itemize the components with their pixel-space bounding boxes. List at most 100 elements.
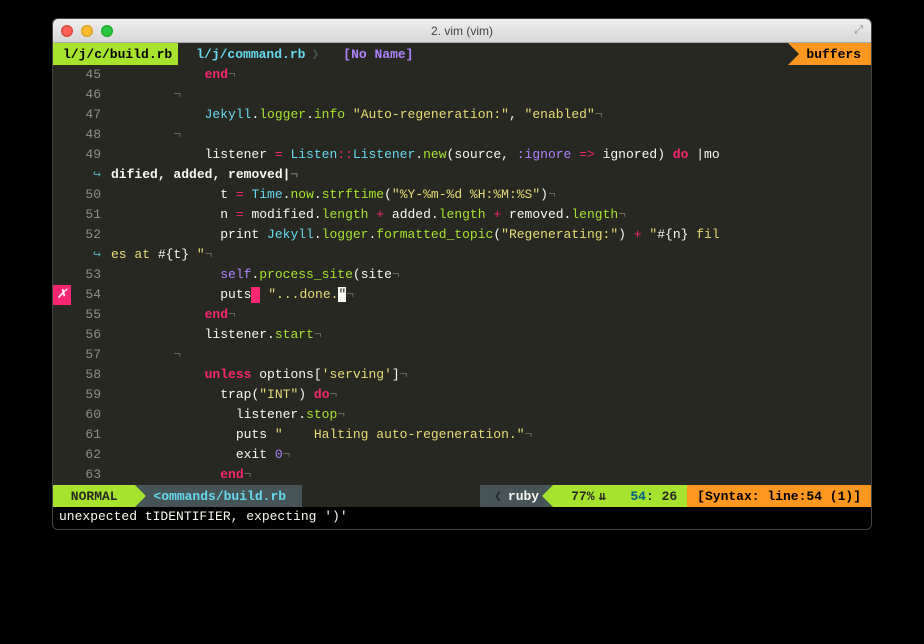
code-content[interactable]: trap("INT") do¬ xyxy=(111,385,871,405)
code-row[interactable]: 46 ¬ xyxy=(53,85,871,105)
command-line[interactable]: unexpected tIDENTIFIER, expecting ')' xyxy=(53,507,871,529)
code-content[interactable]: n = modified.length + added.length + rem… xyxy=(111,205,871,225)
code-row[interactable]: 49 listener = Listen::Listener.new(sourc… xyxy=(53,145,871,165)
gutter-sign xyxy=(53,225,71,245)
code-row[interactable]: 63 end¬ xyxy=(53,465,871,485)
line-number: 45 xyxy=(71,65,111,85)
code-row[interactable]: 59 trap("INT") do¬ xyxy=(53,385,871,405)
terminal-window: 2. vim (vim) ⤢ l/j/c/build.rb l/j/comman… xyxy=(52,18,872,530)
position-segment: 54: 26 xyxy=(620,485,687,507)
code-content[interactable]: end¬ xyxy=(111,465,871,485)
code-content[interactable]: listener.start¬ xyxy=(111,325,871,345)
code-row[interactable]: ✗54 puts "...done."¬ xyxy=(53,285,871,305)
editor-pane[interactable]: 45 end¬46 ¬47 Jekyll.logger.info "Auto-r… xyxy=(53,65,871,485)
filetype-label: ruby xyxy=(508,489,539,504)
code-row[interactable]: 60 listener.stop¬ xyxy=(53,405,871,425)
gutter-sign xyxy=(53,465,71,485)
code-content[interactable]: ¬ xyxy=(111,85,871,105)
code-content[interactable]: ¬ xyxy=(111,125,871,145)
gutter-sign xyxy=(53,85,71,105)
code-content[interactable]: exit 0¬ xyxy=(111,445,871,465)
titlebar: 2. vim (vim) ⤢ xyxy=(53,19,871,43)
gutter-sign xyxy=(53,405,71,425)
code-content[interactable]: es at #{t} "¬ xyxy=(111,245,871,265)
line-number: 55 xyxy=(71,305,111,325)
code-row[interactable]: 52 print Jekyll.logger.formatted_topic("… xyxy=(53,225,871,245)
tab-label: [No Name] xyxy=(343,47,413,62)
code-content[interactable]: Jekyll.logger.info "Auto-regeneration:",… xyxy=(111,105,871,125)
gutter-sign xyxy=(53,105,71,125)
gutter-sign xyxy=(53,325,71,345)
window-title: 2. vim (vim) xyxy=(53,24,871,38)
code-row[interactable]: 47 Jekyll.logger.info "Auto-regeneration… xyxy=(53,105,871,125)
code-row[interactable]: 53 self.process_site(site¬ xyxy=(53,265,871,285)
code-content[interactable]: ¬ xyxy=(111,345,871,365)
code-row[interactable]: 62 exit 0¬ xyxy=(53,445,871,465)
gutter-sign xyxy=(53,205,71,225)
tab-label: l/j/c/build.rb xyxy=(63,47,172,62)
line-number: 54 xyxy=(630,489,646,504)
line-number: 50 xyxy=(71,185,111,205)
mode-segment: NORMAL xyxy=(53,485,135,507)
line-number: 59 xyxy=(71,385,111,405)
gutter-sign xyxy=(53,345,71,365)
line-number: 46 xyxy=(71,85,111,105)
tab-active[interactable]: l/j/c/build.rb xyxy=(53,43,178,65)
expand-icon[interactable]: ⤢ xyxy=(854,25,863,37)
line-number: 54 xyxy=(71,285,111,305)
gutter-sign xyxy=(53,425,71,445)
tab-inactive-1[interactable]: l/j/command.rb ❯ xyxy=(178,43,325,65)
line-number: 49 xyxy=(71,145,111,165)
line-number: 60 xyxy=(71,405,111,425)
line-number: 53 xyxy=(71,265,111,285)
line-number: 63 xyxy=(71,465,111,485)
code-row[interactable]: 45 end¬ xyxy=(53,65,871,85)
code-content[interactable]: self.process_site(site¬ xyxy=(111,265,871,285)
code-row[interactable]: 55 end¬ xyxy=(53,305,871,325)
gutter-sign xyxy=(53,365,71,385)
syntax-error-segment: [Syntax: line:54 (1)] xyxy=(687,485,871,507)
code-row[interactable]: 61 puts " Halting auto-regeneration."¬ xyxy=(53,425,871,445)
code-content[interactable]: print Jekyll.logger.formatted_topic("Reg… xyxy=(111,225,871,245)
line-number: 51 xyxy=(71,205,111,225)
code-content[interactable]: listener = Listen::Listener.new(source, … xyxy=(111,145,871,165)
code-row[interactable]: 50 t = Time.now.strftime("%Y-%m-%d %H:%M… xyxy=(53,185,871,205)
percent-segment: 77% ⇊ xyxy=(553,485,620,507)
wrap-indicator: ↪ xyxy=(71,165,111,185)
code-content[interactable]: listener.stop¬ xyxy=(111,405,871,425)
code-content[interactable]: end¬ xyxy=(111,65,871,85)
tabline: l/j/c/build.rb l/j/command.rb ❯ [No Name… xyxy=(53,43,871,65)
code-row[interactable]: 51 n = modified.length + added.length + … xyxy=(53,205,871,225)
file-segment: <ommands/build.rb xyxy=(135,485,302,507)
error-sign: ✗ xyxy=(53,285,71,305)
tab-label: l/j/command.rb xyxy=(196,47,305,62)
buffers-indicator[interactable]: buffers xyxy=(788,43,871,65)
wrap-indicator: ↪ xyxy=(71,245,111,265)
line-number: 61 xyxy=(71,425,111,445)
gutter-sign xyxy=(53,185,71,205)
gutter-sign xyxy=(53,265,71,285)
line-number: 57 xyxy=(71,345,111,365)
line-number: 56 xyxy=(71,325,111,345)
gutter-sign xyxy=(53,125,71,145)
code-row[interactable]: ↪dified, added, removed|¬ xyxy=(53,165,871,185)
tab-noname[interactable]: [No Name] xyxy=(325,43,419,65)
gutter-sign xyxy=(53,305,71,325)
code-content[interactable]: t = Time.now.strftime("%Y-%m-%d %H:%M:%S… xyxy=(111,185,871,205)
code-content[interactable]: dified, added, removed|¬ xyxy=(111,165,871,185)
code-content[interactable]: puts " Halting auto-regeneration."¬ xyxy=(111,425,871,445)
code-content[interactable]: end¬ xyxy=(111,305,871,325)
gutter-sign xyxy=(53,245,71,265)
code-row[interactable]: ↪es at #{t} "¬ xyxy=(53,245,871,265)
code-row[interactable]: 57 ¬ xyxy=(53,345,871,365)
code-row[interactable]: 58 unless options['serving']¬ xyxy=(53,365,871,385)
code-row[interactable]: 48 ¬ xyxy=(53,125,871,145)
line-number: 48 xyxy=(71,125,111,145)
gutter-sign xyxy=(53,385,71,405)
code-content[interactable]: puts "...done."¬ xyxy=(111,285,871,305)
line-number: 62 xyxy=(71,445,111,465)
code-content[interactable]: unless options['serving']¬ xyxy=(111,365,871,385)
col-number: 26 xyxy=(662,489,678,504)
code-row[interactable]: 56 listener.start¬ xyxy=(53,325,871,345)
file-path: <ommands/build.rb xyxy=(153,489,286,504)
